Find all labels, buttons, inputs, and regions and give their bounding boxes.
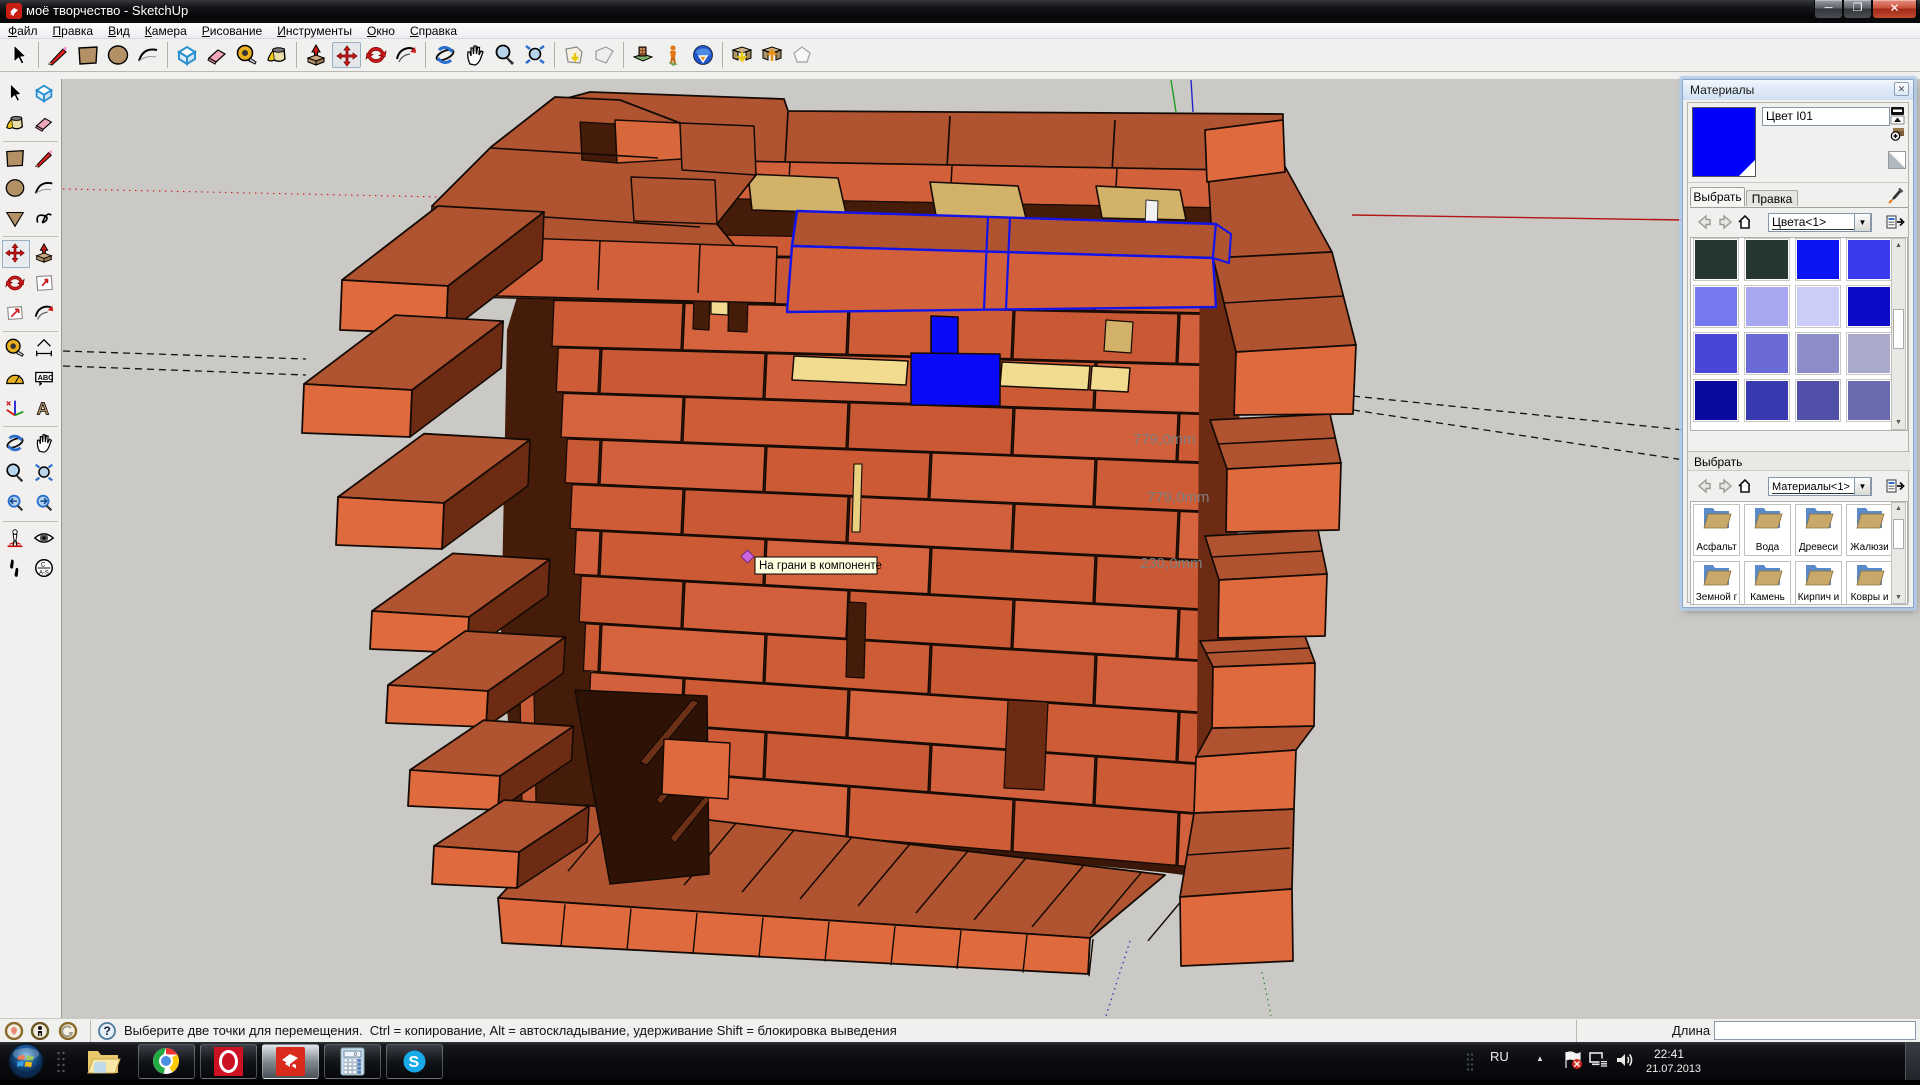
svg-text:0: 0 xyxy=(354,1052,357,1058)
svg-text:779,0mm: 779,0mm xyxy=(1147,489,1210,506)
svg-text:779,0mm: 779,0mm xyxy=(1133,431,1196,448)
svg-text:ABC: ABC xyxy=(38,373,55,382)
svg-text:S: S xyxy=(409,1054,420,1071)
svg-text:A-S: A-S xyxy=(39,570,49,576)
svg-text:A: A xyxy=(37,398,50,418)
svg-text:?: ? xyxy=(104,1024,111,1038)
svg-text:На грани в компоненте: На грани в компоненте xyxy=(759,560,882,572)
svg-text:230,0mm: 230,0mm xyxy=(1140,555,1203,572)
